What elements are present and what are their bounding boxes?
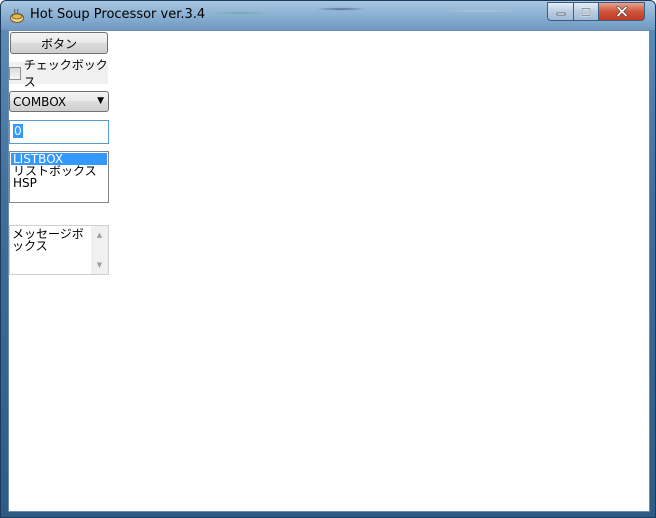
vertical-scrollbar[interactable]: ▲ ▼ <box>91 226 108 274</box>
scroll-down-icon[interactable]: ▼ <box>91 258 108 272</box>
close-button[interactable] <box>598 2 645 21</box>
close-icon <box>616 6 627 17</box>
checkbox-label: チェックボックス <box>23 58 108 89</box>
checkbox-box[interactable] <box>9 66 21 80</box>
maximize-button[interactable] <box>573 2 599 21</box>
message-box-text: メッセージボックス <box>12 227 84 253</box>
push-button-label: ボタン <box>40 36 77 51</box>
combo-value: COMBOX <box>13 95 67 109</box>
maximize-icon <box>581 7 591 16</box>
list-item[interactable]: LISTBOX <box>11 153 107 165</box>
push-button[interactable]: ボタン <box>10 32 108 54</box>
list-box[interactable]: LISTBOX リストボックス HSP <box>9 151 109 203</box>
title-bar[interactable]: Hot Soup Processor ver.3.4 <box>1 1 655 30</box>
message-box[interactable]: メッセージボックス ▲ ▼ <box>9 225 109 275</box>
window-title: Hot Soup Processor ver.3.4 <box>30 7 206 22</box>
minimize-button[interactable] <box>547 2 574 21</box>
list-item[interactable]: HSP <box>11 177 107 189</box>
scroll-up-icon[interactable]: ▲ <box>91 228 108 242</box>
app-icon[interactable] <box>9 8 25 24</box>
text-input[interactable]: 0 <box>9 120 109 144</box>
minimize-icon <box>556 12 565 15</box>
app-window: Hot Soup Processor ver.3.4 ボタン チェックボックス <box>0 0 656 518</box>
combo-box[interactable]: COMBOX ▼ <box>9 91 109 112</box>
checkbox[interactable]: チェックボックス <box>9 58 108 89</box>
list-item[interactable]: リストボックス <box>11 165 107 177</box>
text-input-value: 0 <box>13 124 23 138</box>
chevron-down-icon[interactable]: ▼ <box>97 96 104 106</box>
